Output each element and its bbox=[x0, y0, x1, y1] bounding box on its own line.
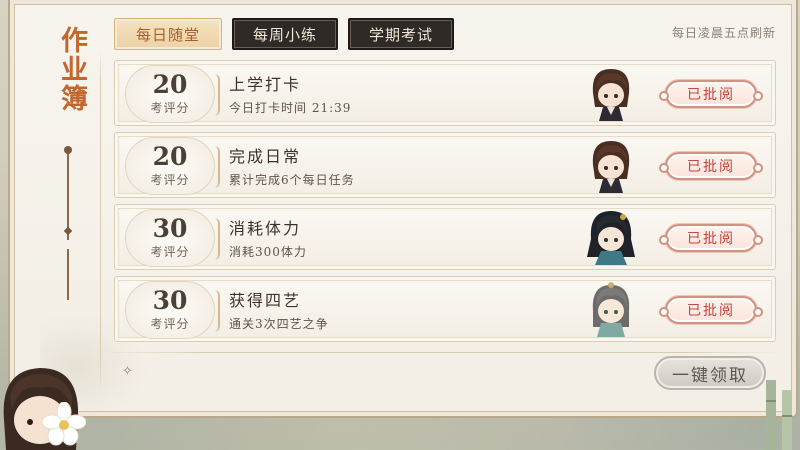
score-value: 30 bbox=[152, 286, 188, 315]
score-label: 考评分 bbox=[150, 101, 190, 115]
reviewed-stamp: 已批阅 bbox=[659, 296, 763, 324]
reviewed-stamp: 已批阅 bbox=[659, 80, 763, 108]
score-badge: 20 考评分 bbox=[125, 137, 220, 195]
vertical-divider bbox=[100, 50, 101, 390]
ornament-divider bbox=[64, 146, 72, 300]
sparkle-icon: ✧ bbox=[122, 364, 133, 379]
score-label: 考评分 bbox=[150, 173, 190, 187]
footer-divider bbox=[100, 352, 780, 353]
score-value: 20 bbox=[152, 70, 188, 99]
task-description: 今日打卡时间 21:39 bbox=[229, 101, 352, 115]
score-badge: 20 考评分 bbox=[125, 65, 220, 123]
task-row: 30 考评分 获得四艺 通关3次四艺之争 已批阅 bbox=[114, 276, 776, 342]
task-title: 消耗体力 bbox=[229, 219, 302, 238]
score-value: 30 bbox=[152, 214, 188, 243]
tab-daily[interactable]: 每日随堂 bbox=[114, 18, 222, 50]
side-title: 作业簿 bbox=[56, 26, 87, 113]
chibi-avatar-icon bbox=[592, 69, 630, 121]
tab-weekly[interactable]: 每周小练 bbox=[232, 18, 338, 50]
task-list: 20 考评分 上学打卡 今日打卡时间 21:39 已批阅 20 考评分 完成日常… bbox=[114, 60, 776, 348]
task-description: 通关3次四艺之争 bbox=[229, 317, 329, 331]
score-label: 考评分 bbox=[150, 317, 190, 331]
score-badge: 30 考评分 bbox=[125, 209, 220, 267]
flower-icon bbox=[42, 402, 86, 446]
tab-bar: 每日随堂 每周小练 学期考试 bbox=[114, 18, 454, 50]
tab-semester-exam[interactable]: 学期考试 bbox=[348, 18, 454, 50]
task-description: 累计完成6个每日任务 bbox=[229, 173, 355, 187]
claim-all-button[interactable]: 一键领取 bbox=[654, 356, 766, 390]
score-label: 考评分 bbox=[150, 245, 190, 259]
task-row: 20 考评分 上学打卡 今日打卡时间 21:39 已批阅 bbox=[114, 60, 776, 126]
task-title: 完成日常 bbox=[229, 147, 302, 166]
chibi-avatar-icon bbox=[592, 141, 630, 193]
task-title: 上学打卡 bbox=[229, 75, 302, 94]
task-row: 30 考评分 消耗体力 消耗300体力 已批阅 bbox=[114, 204, 776, 270]
bamboo-scroll-icon bbox=[766, 380, 792, 450]
task-description: 消耗300体力 bbox=[229, 245, 307, 259]
chibi-avatar-icon bbox=[592, 282, 630, 337]
score-badge: 30 考评分 bbox=[125, 281, 220, 339]
reviewed-stamp: 已批阅 bbox=[659, 224, 763, 252]
score-value: 20 bbox=[152, 142, 188, 171]
task-row: 20 考评分 完成日常 累计完成6个每日任务 已批阅 bbox=[114, 132, 776, 198]
reviewed-stamp: 已批阅 bbox=[659, 152, 763, 180]
task-title: 获得四艺 bbox=[229, 291, 302, 310]
chibi-avatar-icon bbox=[587, 211, 635, 265]
refresh-note: 每日凌晨五点刷新 bbox=[671, 26, 776, 40]
